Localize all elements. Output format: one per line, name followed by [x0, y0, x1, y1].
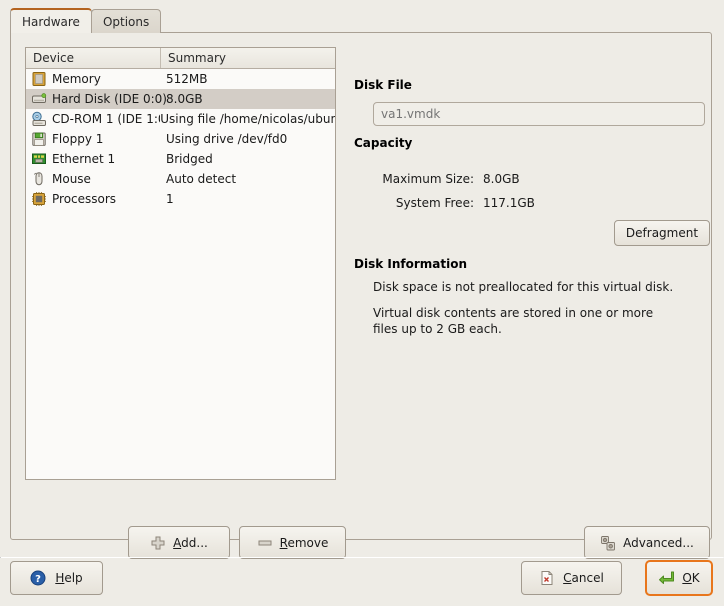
add-device-button[interactable]: Add... [128, 526, 230, 559]
device-name-label: Mouse [52, 172, 91, 186]
hardware-tab-panel: Device Summary Memory 512MB Hard Disk (IDE… [10, 32, 712, 559]
device-row[interactable]: Processors 1 [26, 189, 335, 209]
device-cell: Mouse [31, 171, 166, 187]
device-row[interactable]: CD-ROM 1 (IDE 1:0) Using file /home/nicol… [26, 109, 335, 129]
processor-icon [32, 192, 46, 206]
tab-options[interactable]: Options [90, 9, 162, 33]
device-summary-label: 1 [166, 192, 174, 206]
harddisk-icon [32, 93, 47, 103]
floppy-icon [32, 132, 46, 146]
device-list[interactable]: Device Summary Memory 512MB Hard Disk (IDE… [25, 47, 336, 480]
defragment-button[interactable]: Defragment [614, 220, 710, 246]
device-name-label: Memory [52, 72, 101, 86]
cancel-document-icon [541, 571, 553, 585]
tabstrip: Hardware Options [10, 8, 162, 33]
mouse-icon [33, 172, 43, 186]
tab-options-label: Options [102, 14, 150, 29]
device-cell: Hard Disk (IDE 0:0) [31, 91, 166, 107]
advanced-label: Advanced... [623, 535, 694, 550]
add-device-label: Add... [173, 535, 208, 550]
capacity-maximum-size-row: Maximum Size: 8.0GB [344, 172, 520, 186]
device-name-label: CD-ROM 1 (IDE 1:0) [52, 112, 161, 126]
device-summary-label: Using file /home/nicolas/ubunt [160, 112, 335, 126]
disk-information-section-title: Disk Information [354, 257, 468, 271]
advanced-button[interactable]: Advanced... [584, 526, 710, 559]
plus-icon [151, 536, 165, 549]
device-summary-label: Using drive /dev/fd0 [166, 132, 288, 146]
device-cell: Ethernet 1 [31, 151, 166, 167]
capacity-system-free-row: System Free: 117.1GB [344, 196, 535, 210]
disk-details-pane: Disk File Capacity Maximum Size: 8.0GB S… [344, 41, 712, 511]
help-button[interactable]: ? Help [10, 561, 103, 595]
gears-icon [601, 535, 616, 550]
device-summary-label: Auto detect [166, 172, 237, 186]
remove-device-button[interactable]: Remove [239, 526, 346, 559]
minus-icon [258, 540, 272, 545]
cancel-label: Cancel [563, 571, 604, 585]
capacity-section-title: Capacity [354, 136, 413, 150]
column-header-device[interactable]: Device [26, 48, 161, 68]
device-row[interactable]: Ethernet 1 Bridged [26, 149, 335, 169]
device-row[interactable]: Mouse Auto detect [26, 169, 335, 189]
device-name-label: Hard Disk (IDE 0:0) [52, 92, 166, 106]
help-label: Help [55, 571, 83, 585]
device-cell: CD-ROM 1 (IDE 1:0) [31, 111, 160, 127]
device-cell: Memory [31, 71, 166, 87]
cancel-button[interactable]: Cancel [521, 561, 622, 595]
footer-separator [0, 557, 724, 558]
capacity-maximum-size-label: Maximum Size: [382, 172, 474, 186]
device-name-label: Processors [52, 192, 117, 206]
disk-file-input[interactable] [373, 102, 705, 126]
tab-hardware[interactable]: Hardware [10, 8, 92, 33]
ethernet-icon [32, 153, 46, 164]
device-summary-label: 8.0GB [166, 92, 203, 106]
device-row[interactable]: Hard Disk (IDE 0:0) 8.0GB [26, 89, 335, 109]
capacity-system-free-value: 117.1GB [483, 196, 535, 210]
help-icon: ? [30, 570, 46, 586]
disk-information-line-1: Disk space is not preallocated for this … [373, 280, 674, 294]
svg-text:?: ? [35, 574, 41, 585]
ok-label: OK [682, 571, 700, 585]
device-summary-label: 512MB [166, 72, 208, 86]
device-row[interactable]: Memory 512MB [26, 69, 335, 89]
device-row[interactable]: Floppy 1 Using drive /dev/fd0 [26, 129, 335, 149]
device-cell: Processors [31, 191, 166, 207]
disk-file-section-title: Disk File [354, 78, 412, 92]
device-cell: Floppy 1 [31, 131, 166, 147]
column-header-summary[interactable]: Summary [161, 48, 335, 68]
ok-button[interactable]: OK [645, 560, 713, 596]
device-list-header: Device Summary [26, 48, 335, 69]
cdrom-icon [32, 111, 46, 126]
enter-arrow-icon [659, 571, 675, 584]
device-name-label: Floppy 1 [52, 132, 104, 146]
capacity-maximum-size-value: 8.0GB [483, 172, 520, 186]
disk-information-line-2: Virtual disk contents are stored in one … [373, 306, 654, 336]
capacity-system-free-label: System Free: [395, 196, 474, 210]
device-summary-label: Bridged [166, 152, 213, 166]
memory-icon [32, 72, 46, 86]
device-name-label: Ethernet 1 [52, 152, 116, 166]
tab-hardware-label: Hardware [22, 15, 80, 29]
remove-device-label: Remove [279, 535, 329, 550]
device-list-body: Memory 512MB Hard Disk (IDE 0:0) 8.0GB CD-RO… [26, 69, 335, 479]
